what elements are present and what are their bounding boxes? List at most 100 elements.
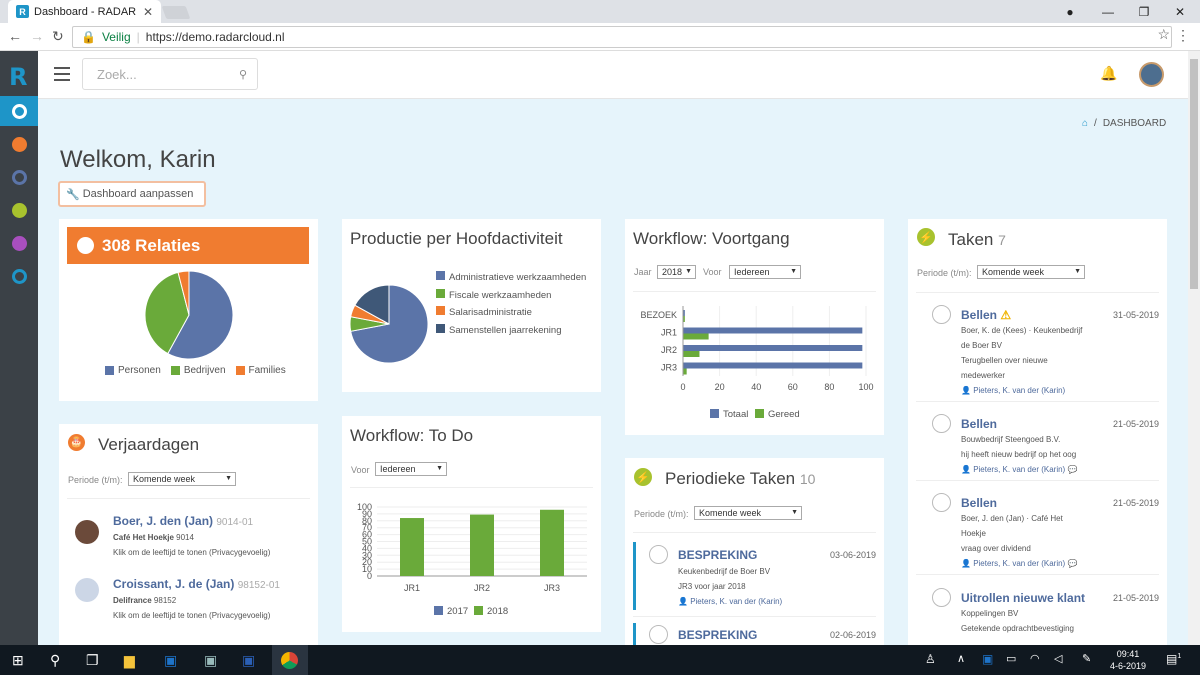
voortgang-bar-gereed[interactable] xyxy=(683,333,709,340)
todo-legend-label[interactable]: 2017 xyxy=(447,606,468,617)
privacy-note[interactable]: Klik om de leeftijd te tonen (Privacygev… xyxy=(113,548,270,557)
task-complete-checkbox[interactable] xyxy=(932,493,951,512)
comment-icon[interactable]: 💬 xyxy=(1065,559,1077,568)
task-user[interactable]: 👤 Pieters, K. van der (Karin) xyxy=(961,386,1065,395)
task-title[interactable]: Bellen ⚠ xyxy=(961,308,1011,322)
task-relation[interactable]: Koppelingen BV xyxy=(961,609,1018,618)
close-tab-icon[interactable]: ✕ xyxy=(143,5,153,19)
clock[interactable]: 09:41 4-6-2019 xyxy=(1110,648,1146,672)
task-title[interactable]: Uitrollen nieuwe klant xyxy=(961,591,1085,605)
periodieke-periode-select[interactable]: Komende week xyxy=(694,506,802,520)
relaties-header[interactable]: 308 Relaties xyxy=(67,227,309,264)
productie-card: Productie per Hoofdactiviteit Administra… xyxy=(342,219,601,392)
voortgang-bar-gereed[interactable] xyxy=(683,368,687,375)
sidebar-item-documenten[interactable] xyxy=(0,228,38,258)
radar-logo[interactable]: R xyxy=(9,63,27,91)
task-title[interactable]: Bellen xyxy=(961,417,997,431)
sidebar-item-instellingen[interactable] xyxy=(0,261,38,291)
chrome-taskbar-button[interactable] xyxy=(272,645,308,675)
privacy-note[interactable]: Klik om de leeftijd te tonen (Privacygev… xyxy=(113,611,270,620)
sidebar-item-dashboard[interactable] xyxy=(0,96,38,126)
todo-category-label: JR1 xyxy=(404,583,420,593)
volume-icon[interactable]: ◁ xyxy=(1054,652,1062,665)
voortgang-bar-totaal[interactable] xyxy=(683,345,863,351)
sidebar-item-lijsten[interactable] xyxy=(0,162,38,192)
task-complete-checkbox[interactable] xyxy=(649,625,668,644)
task-complete-checkbox[interactable] xyxy=(649,545,668,564)
task-complete-checkbox[interactable] xyxy=(932,305,951,324)
voortgang-bar-gereed[interactable] xyxy=(683,351,700,357)
forward-icon[interactable]: → xyxy=(30,28,44,44)
url-field[interactable]: 🔒 Veilig | https://demo.radarcloud.nl xyxy=(72,26,1172,48)
minimize-icon[interactable]: — xyxy=(1090,0,1126,23)
sidebar-item-relaties[interactable] xyxy=(0,129,38,159)
sidebar-item-taken[interactable] xyxy=(0,195,38,225)
bookmark-star-icon[interactable]: ☆ xyxy=(1157,26,1170,43)
voortgang-bar-totaal[interactable] xyxy=(683,327,863,334)
taken-periode-label: Periode (t/m): xyxy=(917,268,972,278)
task-user[interactable]: 👤 Pieters, K. van der (Karin) 💬 xyxy=(961,559,1077,568)
todo-bar-2018[interactable] xyxy=(540,509,564,576)
hamburger-menu-icon[interactable] xyxy=(54,67,70,81)
browser-menu-icon[interactable]: ⋮ xyxy=(1176,27,1190,44)
task-relation[interactable]: Keukenbedrijf de Boer BV xyxy=(678,567,770,576)
search-icon[interactable]: ⚲ xyxy=(50,652,60,669)
task-relation[interactable]: Bouwbedrijf Steengoed B.V. xyxy=(961,435,1060,444)
company-name[interactable]: Café Het Hoekje xyxy=(113,533,174,542)
new-tab-button[interactable] xyxy=(161,6,191,19)
avatar[interactable] xyxy=(75,520,99,544)
task-user[interactable]: 👤 Pieters, K. van der (Karin) 💬 xyxy=(961,465,1077,474)
maximize-icon[interactable]: ❐ xyxy=(1126,0,1162,23)
bell-icon[interactable]: 🔔 xyxy=(1100,65,1117,82)
task-view-icon[interactable]: ❐ xyxy=(86,652,99,669)
user-avatar[interactable] xyxy=(1139,62,1164,87)
voortgang-legend-label[interactable]: Gereed xyxy=(768,409,800,420)
outlook-tray-icon[interactable]: ▣ xyxy=(982,652,993,666)
scrollbar-thumb[interactable] xyxy=(1190,59,1198,289)
person-name[interactable]: Boer, J. den (Jan) xyxy=(113,514,213,528)
jaar-select[interactable]: 2018 xyxy=(657,265,696,279)
todo-bar-2018[interactable] xyxy=(470,514,494,576)
taken-periode-select[interactable]: Komende week xyxy=(977,265,1085,279)
task-title[interactable]: Bellen xyxy=(961,496,997,510)
todo-bar-2018[interactable] xyxy=(400,518,424,576)
wifi-icon[interactable]: ◠ xyxy=(1030,652,1040,665)
windows-start-icon[interactable]: ⊞ xyxy=(12,652,24,669)
outlook-icon[interactable]: ▣ xyxy=(164,652,177,669)
app-icon[interactable]: ▣ xyxy=(204,652,217,669)
word-icon[interactable]: ▣ xyxy=(242,652,255,669)
task-user[interactable]: 👤 Pieters, K. van der (Karin) xyxy=(678,597,782,606)
comment-icon[interactable]: 💬 xyxy=(1065,465,1077,474)
tray-chevron-icon[interactable]: ∧ xyxy=(957,652,965,665)
file-explorer-icon[interactable]: ▆ xyxy=(124,652,135,669)
task-complete-checkbox[interactable] xyxy=(932,414,951,433)
company-name[interactable]: Delifrance xyxy=(113,596,152,605)
voortgang-bar-totaal[interactable] xyxy=(683,362,863,369)
todo-legend-label[interactable]: 2018 xyxy=(487,606,508,617)
page-scrollbar[interactable] xyxy=(1188,51,1200,645)
people-icon[interactable]: ♙ xyxy=(925,652,936,666)
task-relation[interactable]: Boer, J. den (Jan) · Café Het xyxy=(961,514,1063,523)
verjaardagen-periode-select[interactable]: Komende week xyxy=(128,472,236,486)
pen-icon[interactable]: ✎ xyxy=(1082,652,1091,665)
voor-select[interactable]: Iedereen xyxy=(729,265,801,279)
task-title[interactable]: BESPREKING xyxy=(678,628,757,642)
todo-voor-select[interactable]: Iedereen xyxy=(375,462,447,476)
task-relation[interactable]: Boer, K. de (Kees) · Keukenbedrijf xyxy=(961,326,1082,335)
task-title[interactable]: BESPREKING xyxy=(678,548,757,562)
task-complete-checkbox[interactable] xyxy=(932,588,951,607)
search-input[interactable]: Zoek... ⚲ xyxy=(82,58,258,90)
profile-icon[interactable]: ● xyxy=(1052,0,1088,23)
avatar-placeholder[interactable] xyxy=(75,578,99,602)
reload-icon[interactable]: ↻ xyxy=(52,28,64,45)
person-name[interactable]: Croissant, J. de (Jan) xyxy=(113,577,234,591)
customize-dashboard-button[interactable]: 🔧 Dashboard aanpassen xyxy=(58,181,206,207)
battery-icon[interactable]: ▭ xyxy=(1006,652,1016,665)
home-icon[interactable]: ⌂ xyxy=(1082,118,1088,129)
back-icon[interactable]: ← xyxy=(8,28,22,44)
close-window-icon[interactable]: ✕ xyxy=(1162,0,1198,23)
voortgang-legend-label[interactable]: Totaal xyxy=(723,409,748,420)
browser-tab[interactable]: R Dashboard - RADAR ✕ xyxy=(8,0,161,23)
notification-center-icon[interactable]: ▤1 xyxy=(1166,652,1181,666)
todo-voor-label: Voor xyxy=(351,465,370,475)
